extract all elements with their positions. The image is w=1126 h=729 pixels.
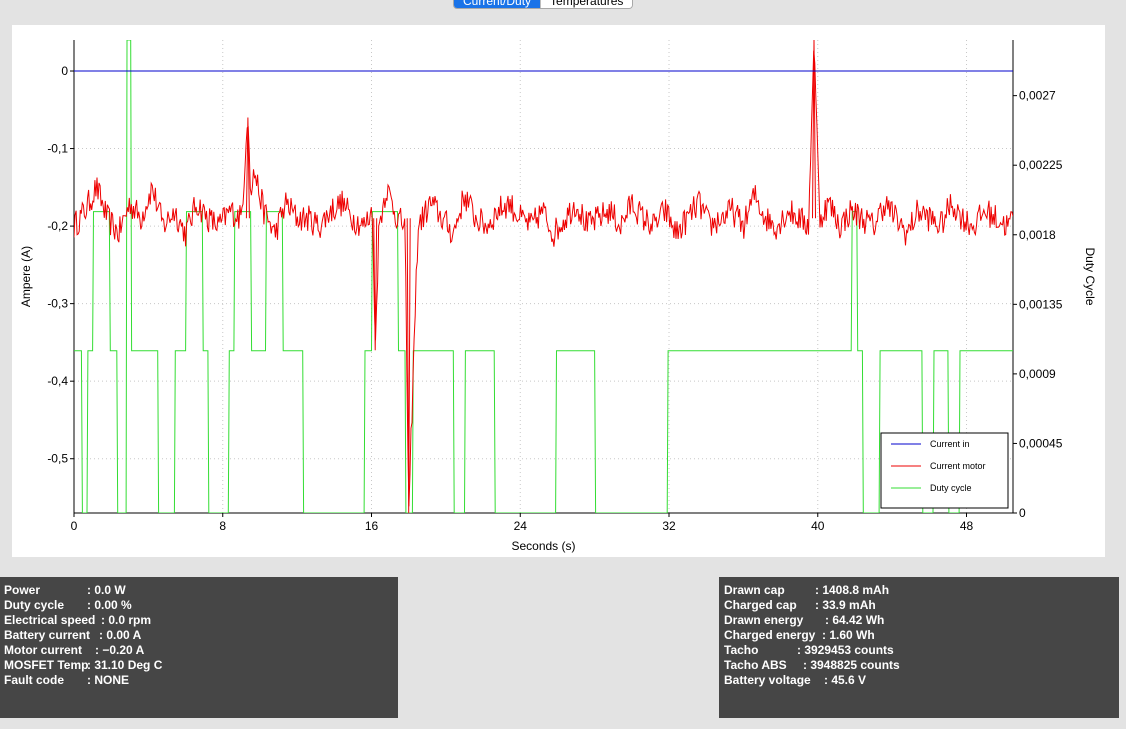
legend-label: Current motor	[930, 461, 986, 471]
y2-tick-label: 0,0027	[1019, 89, 1056, 103]
energy-values-panel: Drawn cap : 1408.8 mAh Charged cap : 33.9 m…	[719, 577, 1119, 718]
y2-tick-label: 0,00045	[1019, 436, 1063, 450]
info-row: Charged cap : 33.9 mAh	[724, 598, 1119, 613]
info-value: : 0.00 A	[99, 628, 142, 642]
legend-label: Duty cycle	[930, 483, 972, 493]
y2-tick-label: 0,0009	[1019, 367, 1056, 381]
y2-tick-label: 0,0018	[1019, 228, 1056, 242]
x-tick-label: 8	[219, 519, 226, 533]
y-tick-label: -0,5	[47, 452, 68, 466]
info-row: MOSFET Temp: 31.10 Deg C	[4, 658, 398, 673]
realtime-values-panel: Power : 0.0 W Duty cycle : 0.00 % Electrical…	[0, 577, 398, 718]
info-label: Charged energy	[724, 628, 816, 642]
y-axis-title: Ampere (A)	[19, 246, 33, 307]
info-value: : 1.60 Wh	[822, 628, 875, 642]
info-value: : 0.0 W	[87, 583, 126, 597]
info-label: Battery current	[4, 628, 91, 642]
info-row: Tacho ABS : 3948825 counts	[724, 658, 1119, 673]
info-value: : 31.10 Deg C	[87, 658, 163, 672]
info-label: Power	[4, 583, 41, 597]
info-label: Motor current	[4, 643, 82, 657]
y-tick-label: 0	[61, 64, 68, 78]
info-row: Tacho : 3929453 counts	[724, 643, 1119, 658]
info-row: Fault code : NONE	[4, 673, 398, 688]
info-label: Charged cap	[724, 598, 797, 612]
info-value: : 33.9 mAh	[815, 598, 876, 612]
tab-current-duty[interactable]: Current/Duty	[454, 0, 541, 8]
info-label: Tacho ABS	[724, 658, 787, 672]
info-value: : 64.42 Wh	[825, 613, 885, 627]
info-row: Drawn energy : 64.42 Wh	[724, 613, 1119, 628]
current-motor-line	[74, 50, 1013, 507]
info-row: Battery current : 0.00 A	[4, 628, 398, 643]
x-tick-label: 16	[365, 519, 379, 533]
info-value: : 0.0 rpm	[101, 613, 152, 627]
tab-temperatures[interactable]: Temperatures	[540, 0, 633, 8]
current-duty-chart[interactable]: 0 8 16 24 32 40 48 0 -0,1 -0,2 -0,3 -0,4 -0,5 0 0,0004…	[12, 25, 1105, 557]
y2-axis-title: Duty Cycle	[1083, 247, 1097, 305]
y-tick-label: -0,3	[47, 297, 68, 311]
y-tick-label: -0,1	[47, 142, 68, 156]
x-tick-label: 40	[811, 519, 825, 533]
y-tick-label: -0,4	[47, 374, 68, 388]
info-row: Motor current : −0.20 A	[4, 643, 398, 658]
chart-legend: Current in Current motor Duty cycle	[880, 432, 1009, 509]
info-label: Drawn energy	[724, 613, 804, 627]
info-label: Electrical speed	[4, 613, 96, 627]
x-tick-label: 24	[514, 519, 528, 533]
info-value: : NONE	[87, 673, 129, 687]
info-row: Charged energy : 1.60 Wh	[724, 628, 1119, 643]
info-label: Fault code	[4, 673, 65, 687]
info-label: MOSFET Temp	[4, 658, 89, 672]
y2-tick-label: 0,00225	[1019, 158, 1063, 172]
y-tick-label: -0,2	[47, 219, 68, 233]
info-value: : 0.00 %	[87, 598, 132, 612]
x-tick-label: 0	[71, 519, 78, 533]
info-row: Electrical speed : 0.0 rpm	[4, 613, 398, 628]
info-label: Drawn cap	[724, 583, 785, 597]
chart-panel: 0 8 16 24 32 40 48 0 -0,1 -0,2 -0,3 -0,4 -0,5 0 0,0004…	[12, 25, 1105, 557]
x-tick-label: 48	[960, 519, 974, 533]
info-value: : −0.20 A	[95, 643, 145, 657]
info-value: : 1408.8 mAh	[815, 583, 890, 597]
info-value: : 45.6 V	[824, 673, 867, 687]
info-row: Battery voltage : 45.6 V	[724, 673, 1119, 688]
info-row: Power : 0.0 W	[4, 583, 398, 598]
info-label: Battery voltage	[724, 673, 811, 687]
view-tab-bar: Current/Duty Temperatures	[453, 0, 634, 9]
info-value: : 3948825 counts	[803, 658, 900, 672]
y2-tick-label: 0,00135	[1019, 297, 1063, 311]
info-label: Duty cycle	[4, 598, 65, 612]
duty-cycle-line	[74, 40, 1013, 513]
x-axis-title: Seconds (s)	[511, 539, 575, 553]
legend-label: Current in	[930, 439, 970, 449]
info-row: Duty cycle : 0.00 %	[4, 598, 398, 613]
y2-tick-label: 0	[1019, 506, 1026, 520]
info-label: Tacho	[724, 643, 759, 657]
x-tick-label: 32	[662, 519, 676, 533]
info-value: : 3929453 counts	[797, 643, 894, 657]
info-row: Drawn cap : 1408.8 mAh	[724, 583, 1119, 598]
